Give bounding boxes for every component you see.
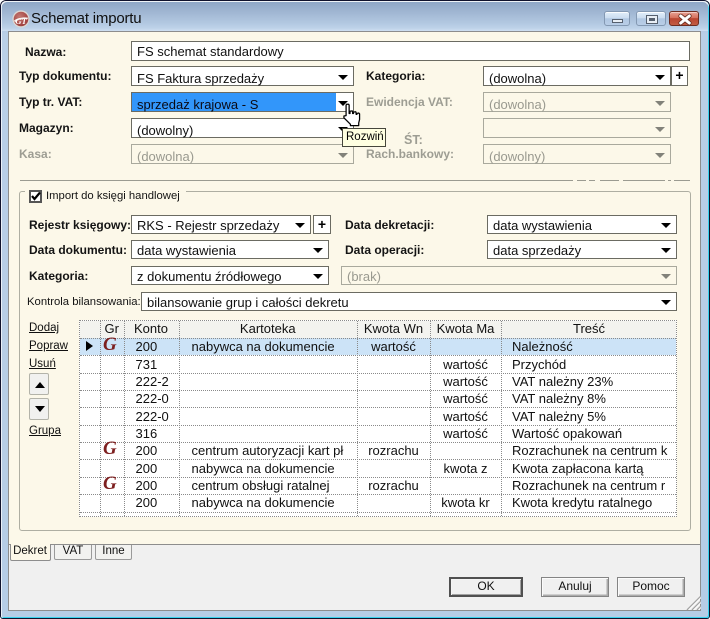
svg-text:GT: GT — [15, 16, 27, 26]
